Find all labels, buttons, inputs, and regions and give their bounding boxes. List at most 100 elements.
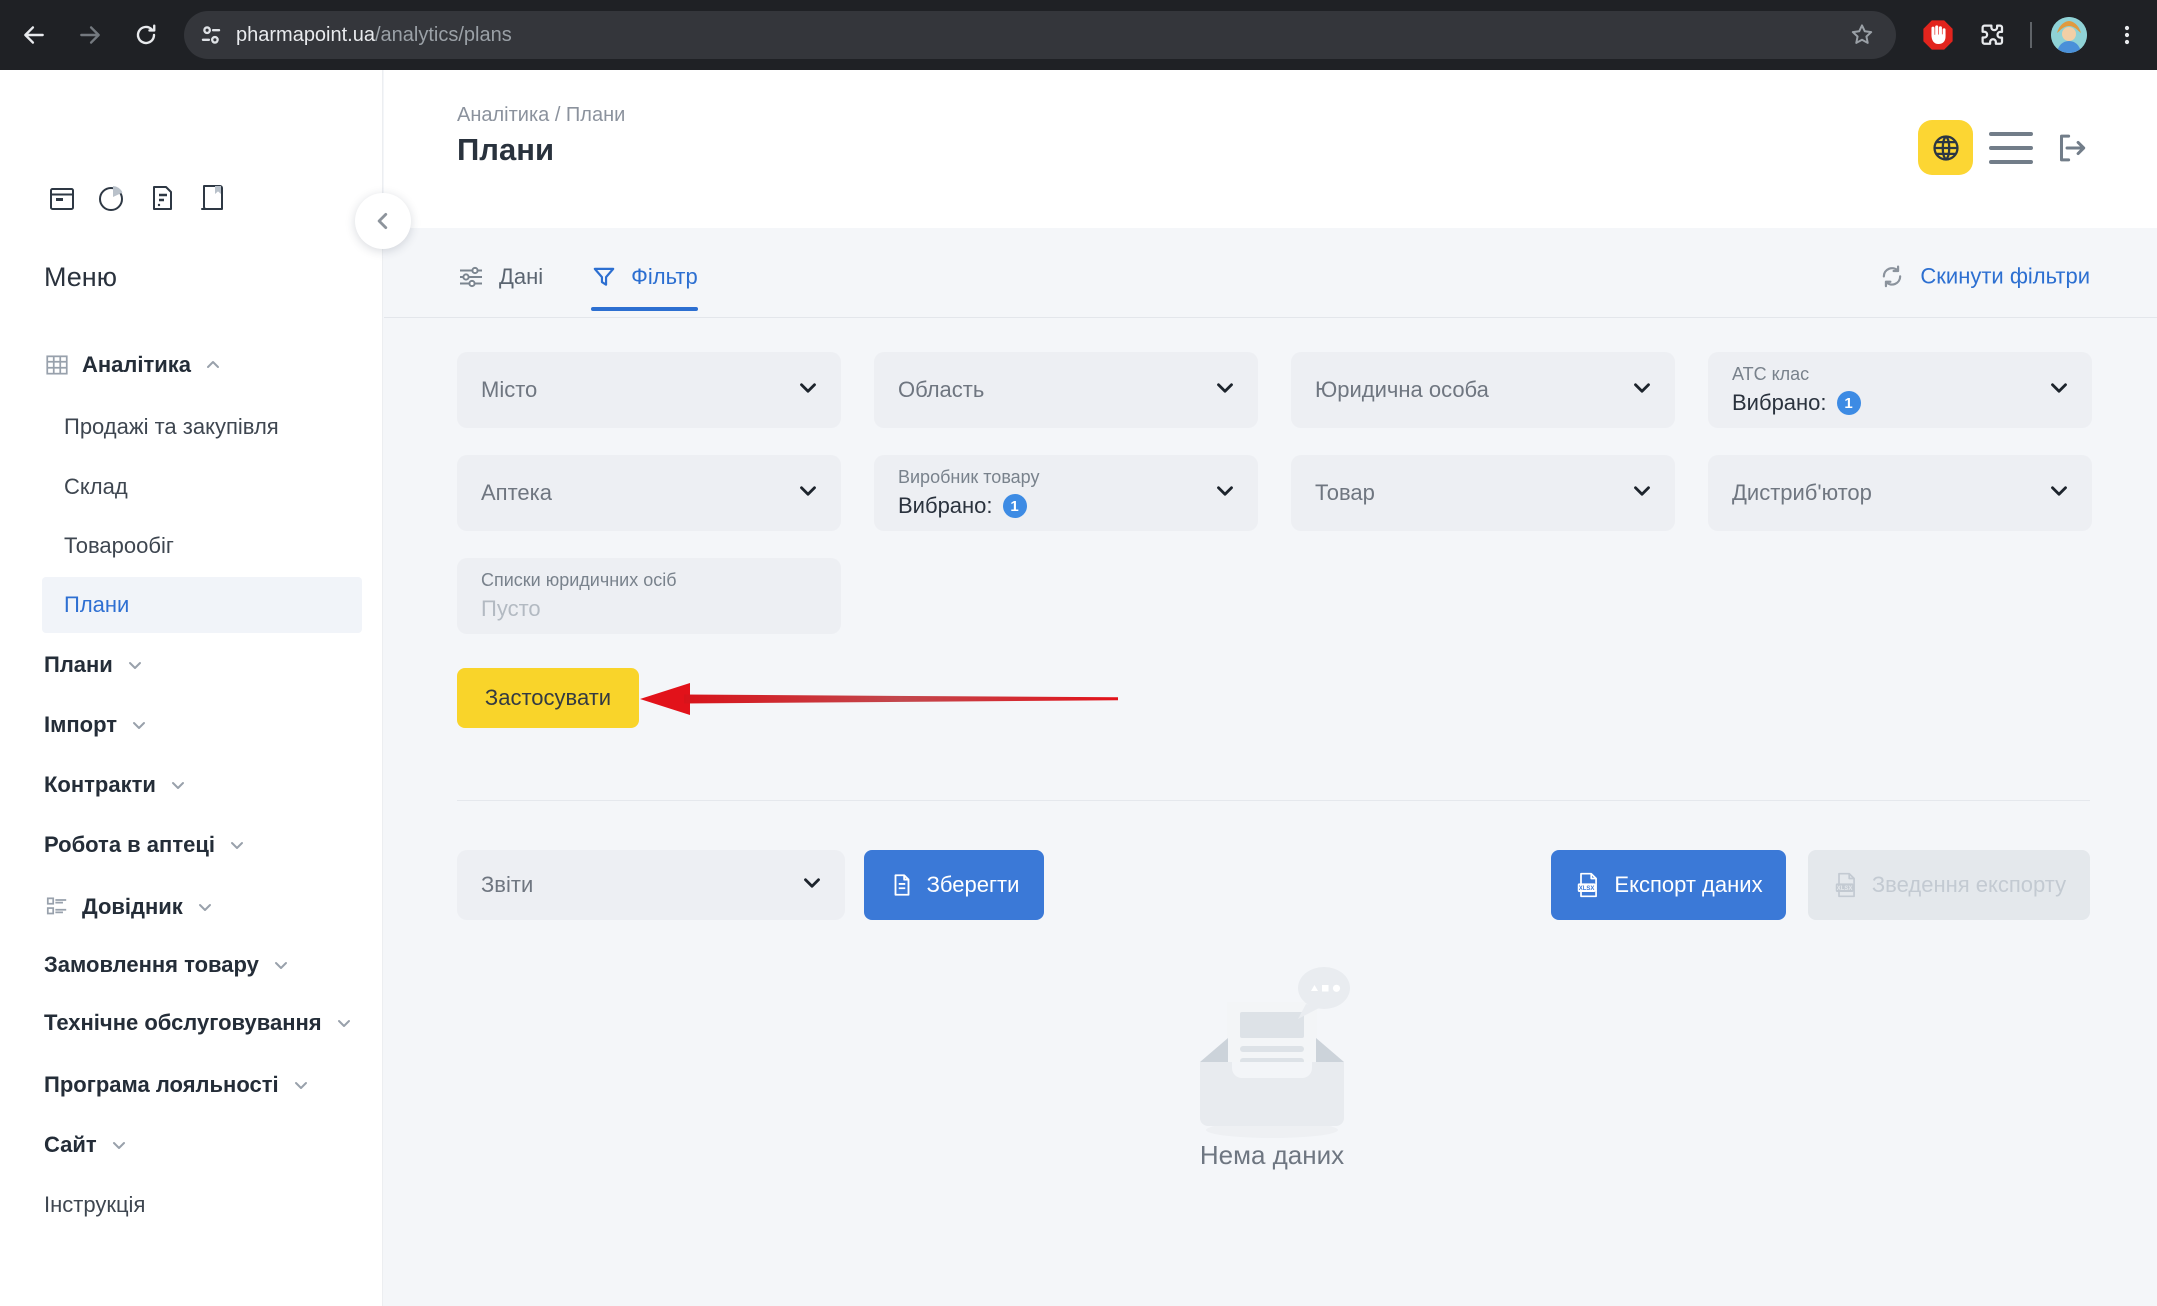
sidebar-section-maintenance[interactable]: Технічне обслуговування — [44, 1010, 352, 1036]
site-info-icon[interactable] — [198, 22, 224, 48]
menu-toggle-button[interactable] — [1989, 132, 2033, 164]
address-bar[interactable]: pharmapoint.ua/analytics/plans — [184, 11, 1896, 59]
globe-icon — [1930, 132, 1962, 164]
url-path: /analytics/plans — [375, 24, 512, 47]
sidebar-item-warehouse[interactable]: Склад — [64, 474, 128, 500]
page-header: Аналітика / Плани Плани — [384, 70, 2157, 228]
chevron-down-icon — [273, 957, 289, 973]
filter-pharmacy[interactable]: Аптека — [457, 455, 841, 531]
tab-filter[interactable]: Фільтр — [591, 236, 698, 317]
sidebar-section-plans[interactable]: Плани — [44, 652, 143, 678]
chevron-down-icon — [170, 777, 186, 793]
browser-forward-button[interactable] — [68, 13, 112, 57]
sidebar-item-turnover[interactable]: Товарообіг — [64, 533, 174, 559]
funnel-icon — [591, 264, 617, 290]
sidebar-item-analytics[interactable]: Аналітика — [44, 352, 221, 378]
sidebar-item-sales-purchases[interactable]: Продажі та закупівля — [64, 414, 279, 440]
filter-manufacturer[interactable]: Виробник товару Вибрано:1 — [874, 455, 1258, 531]
selected-count-badge: 1 — [1003, 494, 1027, 518]
url-host: pharmapoint.ua — [236, 24, 375, 47]
breadcrumb: Аналітика / Плани — [457, 104, 625, 127]
empty-state-text: Нема даних — [1072, 1140, 1472, 1171]
empty-placeholder: Пусто — [481, 596, 677, 622]
export-summary-button-disabled[interactable]: XLSX Зведення експорту — [1808, 850, 2090, 920]
section-divider — [457, 800, 2090, 801]
chevron-down-icon — [1629, 478, 1655, 509]
extensions-button[interactable] — [1970, 13, 2014, 57]
svg-text:XLSX: XLSX — [1837, 886, 1853, 892]
chevron-down-icon — [293, 1077, 309, 1093]
selected-count-badge: 1 — [1837, 391, 1861, 415]
empty-state — [1172, 962, 1372, 1147]
sidebar-quick-icons — [46, 182, 228, 214]
browser-menu-button[interactable] — [2105, 13, 2149, 57]
reset-icon — [1878, 262, 1906, 290]
no-data-illustration — [1172, 962, 1372, 1142]
annotation-arrow — [640, 680, 1120, 718]
chevron-down-icon — [795, 478, 821, 509]
sidebar-collapse-button[interactable] — [355, 193, 411, 249]
filter-atc-class[interactable]: АТС клас Вибрано:1 — [1708, 352, 2092, 428]
apply-button[interactable]: Застосувати — [457, 668, 639, 728]
export-data-button[interactable]: XLSX Експорт даних — [1551, 850, 1786, 920]
archive-box-icon[interactable] — [46, 182, 78, 214]
toolbar-separator — [2030, 22, 2032, 48]
pie-chart-icon[interactable] — [96, 182, 128, 214]
tab-data[interactable]: Дані — [457, 236, 543, 317]
back-arrow-icon — [21, 22, 47, 48]
chevron-down-icon — [197, 899, 213, 915]
reset-filters-button[interactable]: Скинути фільтри — [1878, 262, 2090, 290]
sidebar-item-instruction[interactable]: Інструкція — [44, 1192, 145, 1218]
sidebar: Меню Аналітика Продажі та закупівля Скла… — [0, 70, 383, 1306]
browser-back-button[interactable] — [12, 13, 56, 57]
sidebar-item-plans-active[interactable]: Плани — [64, 592, 129, 618]
filter-legal-entity-lists[interactable]: Списки юридичних осіб Пусто — [457, 558, 841, 634]
tab-bar: Дані Фільтр Скинути фільтри — [384, 228, 2157, 318]
document-icon[interactable] — [146, 182, 178, 214]
sidebar-section-loyalty-program[interactable]: Програма лояльності — [44, 1072, 309, 1098]
page-title: Плани — [457, 132, 554, 168]
adblock-extension-button[interactable] — [1916, 13, 1960, 57]
sidebar-menu-title: Меню — [44, 262, 117, 293]
logout-icon — [2052, 129, 2090, 167]
sidebar-section-contracts[interactable]: Контракти — [44, 772, 186, 798]
reports-dropdown[interactable]: Звіти — [457, 850, 845, 920]
bookmark-star-icon[interactable] — [1848, 21, 1876, 49]
puzzle-icon — [1977, 20, 2007, 50]
filter-legal-entity[interactable]: Юридична особа — [1291, 352, 1675, 428]
chevron-down-icon — [1212, 478, 1238, 509]
filter-city[interactable]: Місто — [457, 352, 841, 428]
chevron-down-icon — [795, 375, 821, 406]
sidebar-section-directory[interactable]: Довідник — [44, 894, 213, 920]
browser-refresh-button[interactable] — [124, 13, 168, 57]
sidebar-section-pharmacy-work[interactable]: Робота в аптеці — [44, 832, 245, 858]
chevron-down-icon — [127, 657, 143, 673]
logout-button[interactable] — [2050, 128, 2092, 168]
filter-region[interactable]: Область — [874, 352, 1258, 428]
sidebar-section-import[interactable]: Імпорт — [44, 712, 147, 738]
filter-product[interactable]: Товар — [1291, 455, 1675, 531]
table-grid-icon — [44, 352, 70, 378]
refresh-icon — [133, 22, 159, 48]
chevron-left-icon — [372, 210, 394, 232]
sliders-icon — [457, 263, 485, 291]
chevron-down-icon — [111, 1137, 127, 1153]
chevron-down-icon — [336, 1015, 352, 1031]
chevron-down-icon — [1212, 375, 1238, 406]
chevron-down-icon — [131, 717, 147, 733]
kebab-menu-icon — [2115, 23, 2139, 47]
svg-text:XLSX: XLSX — [1579, 886, 1595, 892]
chevron-down-icon — [2046, 375, 2072, 406]
document-icon — [889, 872, 915, 898]
sidebar-section-site[interactable]: Сайт — [44, 1132, 127, 1158]
avatar-image — [2051, 17, 2087, 53]
xlsx-file-icon: XLSX — [1832, 871, 1860, 899]
sidebar-section-product-orders[interactable]: Замовлення товару — [44, 952, 289, 978]
chevron-up-icon — [205, 357, 221, 373]
profile-avatar[interactable] — [2051, 17, 2087, 53]
chevron-down-icon — [799, 870, 825, 901]
book-icon[interactable] — [196, 182, 228, 214]
filter-distributor[interactable]: Дистриб'ютор — [1708, 455, 2092, 531]
language-button[interactable] — [1918, 120, 1973, 175]
save-button[interactable]: Зберегти — [864, 850, 1044, 920]
